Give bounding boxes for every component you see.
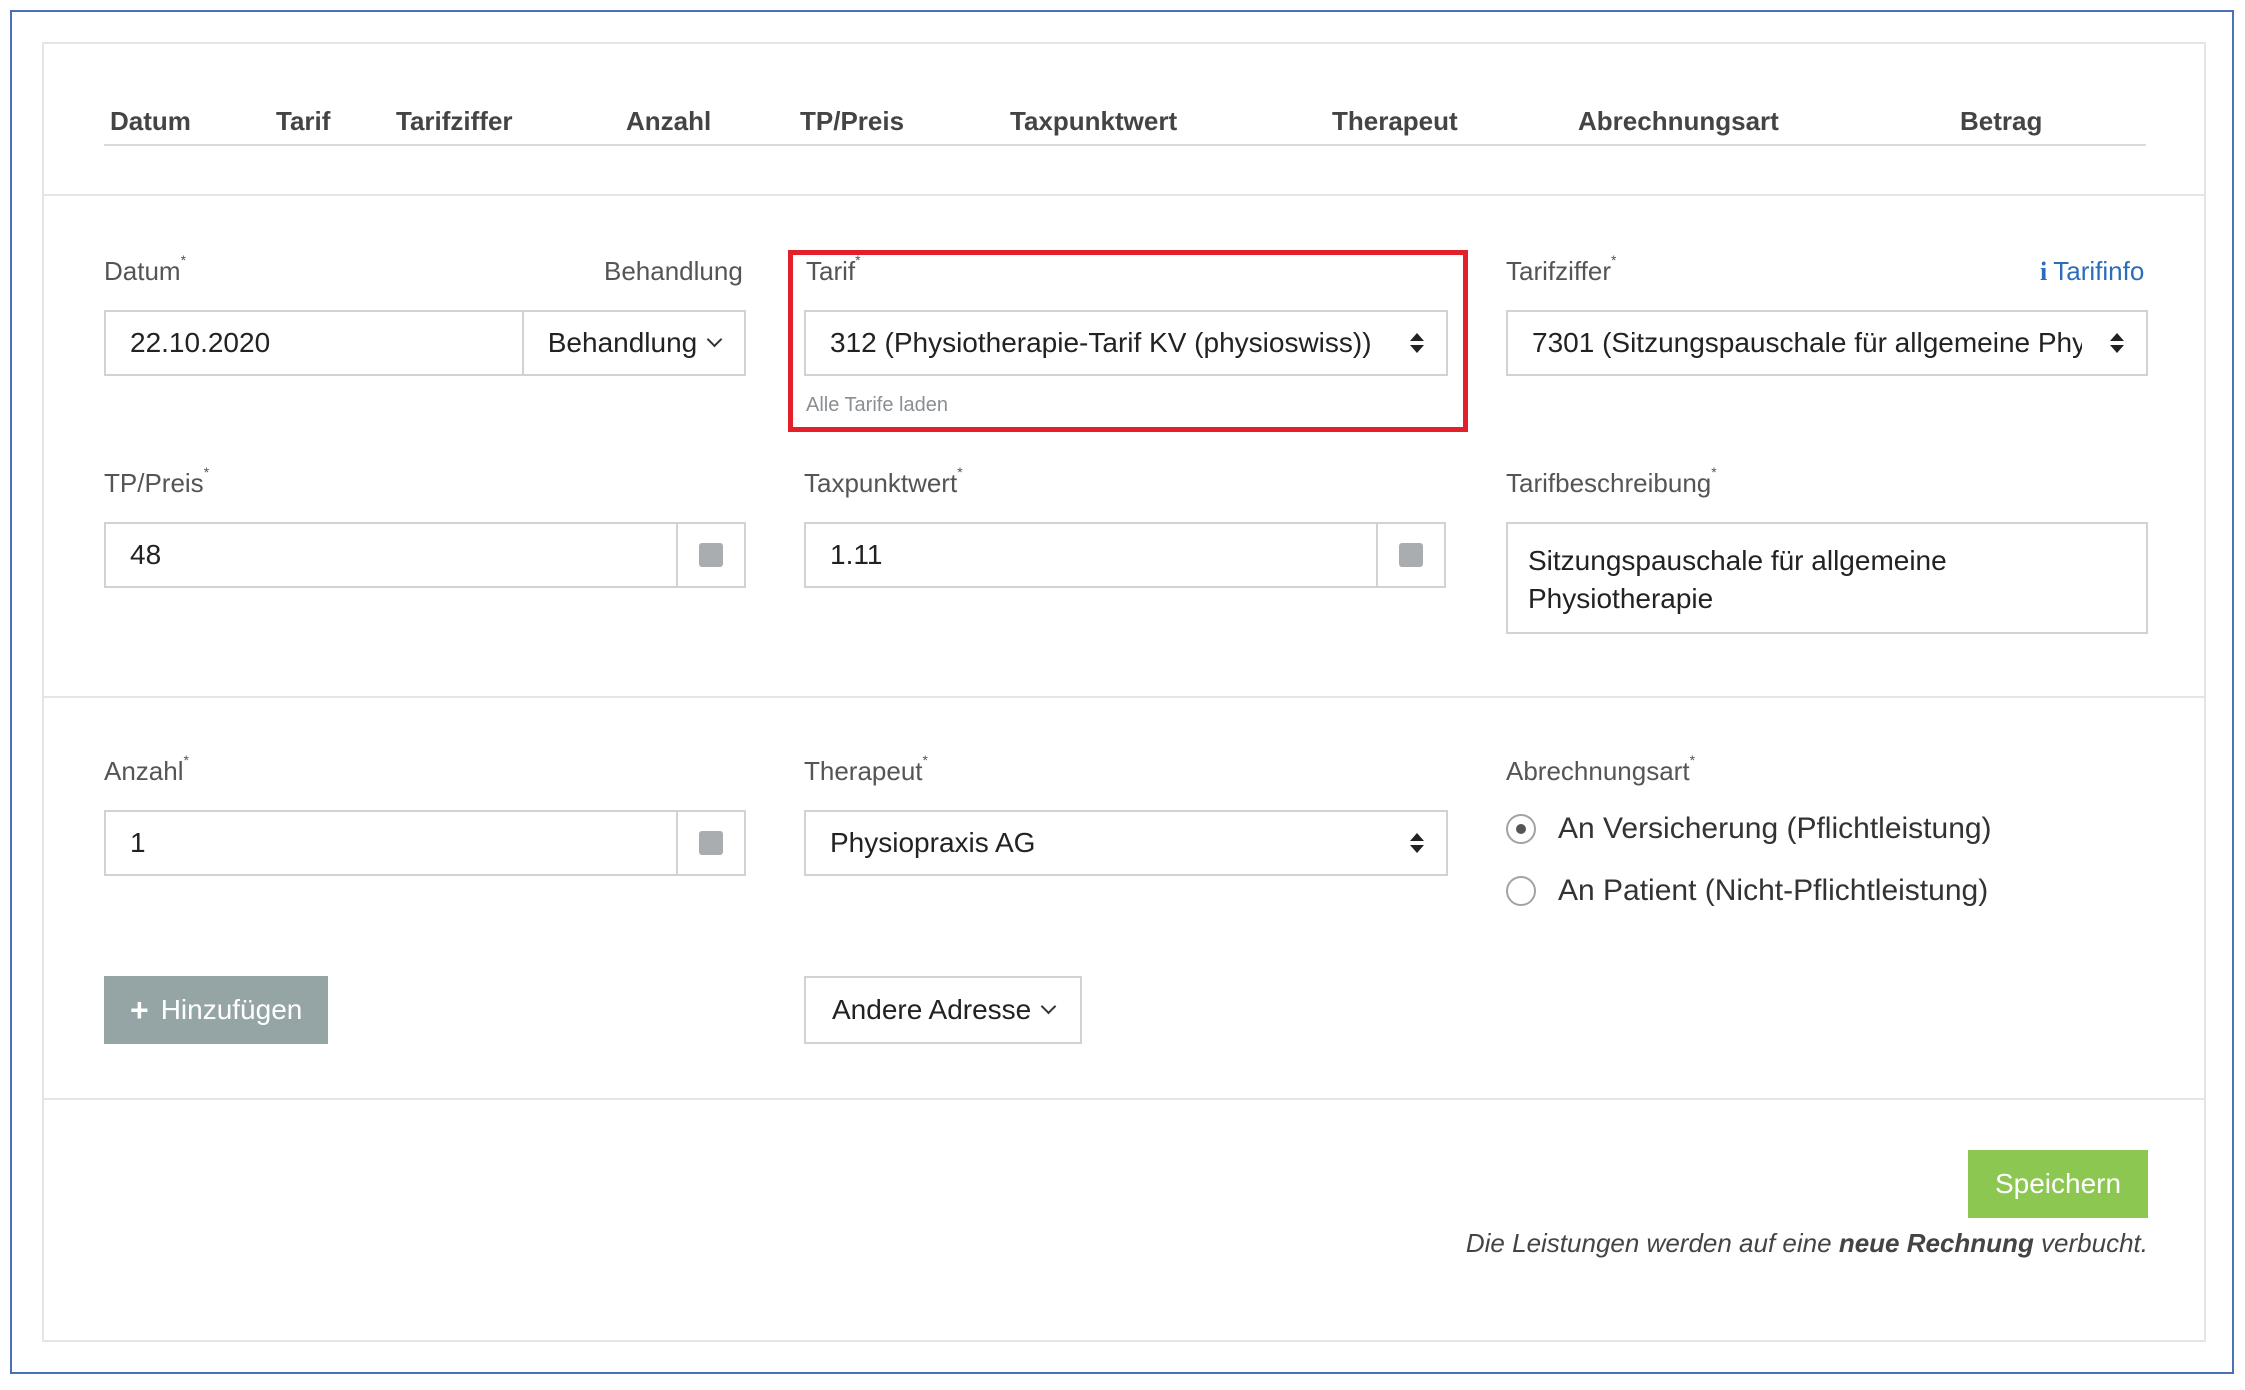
tarif-select[interactable]: 312 (Physiotherapie-Tarif KV (physioswis… [804, 310, 1448, 376]
col-tarif: Tarif [276, 106, 331, 136]
info-icon: i [2040, 257, 2048, 286]
radio-unselected-icon[interactable] [1506, 876, 1536, 906]
tarifbeschreibung-label: Tarifbeschreibung* [1506, 464, 1717, 498]
taxpunktwert-label: Taxpunktwert* [804, 464, 963, 498]
other-address-dropdown-button[interactable]: Andere Adresse [804, 976, 1083, 1044]
add-service-button[interactable]: + Hinzufügen [104, 976, 329, 1044]
radio-selected-icon[interactable] [1506, 814, 1536, 844]
behandlung-label: Behandlung [604, 256, 743, 286]
col-tp-preis: TP/Preis [800, 106, 905, 136]
tp-preis-input[interactable]: 48 [104, 522, 678, 588]
col-therapeut: Therapeut [1332, 106, 1458, 136]
chevron-down-icon [706, 331, 723, 347]
select-arrows-icon [1410, 333, 1424, 353]
radio-option-versicherung[interactable]: An Versicherung (Pflichtleistung) [1506, 812, 1992, 846]
tarif-label: Tarif* [806, 252, 861, 286]
description-line: Sitzungspauschale für allgemeine [1528, 545, 1947, 576]
col-taxpunktwert: Taxpunktwert [1010, 106, 1178, 136]
plus-icon: + [130, 991, 149, 1028]
taxpunktwert-lock-toggle[interactable] [1376, 522, 1446, 588]
taxpunktwert-input[interactable]: 1.11 [804, 522, 1378, 588]
anzahl-label: Anzahl* [104, 752, 189, 786]
col-tarifziffer: Tarifziffer [396, 106, 513, 136]
tp-preis-label: TP/Preis* [104, 464, 210, 498]
tarifziffer-select[interactable]: 7301 (Sitzungspauschale für allgemeine P… [1506, 310, 2148, 376]
invoice-note: Die Leistungen werden auf eine neue Rech… [1465, 1228, 2148, 1258]
tp-preis-lock-toggle[interactable] [676, 522, 746, 588]
therapeut-label: Therapeut* [804, 752, 928, 786]
anzahl-lock-toggle[interactable] [676, 810, 746, 876]
header-underline [104, 144, 2146, 146]
square-icon [699, 543, 723, 567]
col-anzahl: Anzahl [626, 106, 712, 136]
select-arrows-icon [1410, 833, 1424, 853]
behandlung-dropdown-button[interactable]: Behandlung [522, 310, 746, 376]
description-line: Physiotherapie [1528, 583, 1714, 614]
divider [44, 696, 2204, 698]
tarifbeschreibung-textarea[interactable]: Sitzungspauschale für allgemeine Physiot… [1506, 522, 2148, 634]
col-abrechnungsart: Abrechnungsart [1578, 106, 1779, 136]
abrechnungsart-label: Abrechnungsart* [1506, 752, 1696, 786]
save-button[interactable]: Speichern [1968, 1150, 2148, 1218]
tarifinfo-link[interactable]: i Tarifinfo [2040, 256, 2144, 287]
divider [44, 1098, 2204, 1100]
service-entry-panel: Datum Tarif Tarifziffer Anzahl TP/Preis … [42, 42, 2206, 1342]
square-icon [1399, 543, 1423, 567]
therapeut-select[interactable]: Physiopraxis AG [804, 810, 1448, 876]
load-all-tariffs-link[interactable]: Alle Tarife laden [806, 394, 948, 417]
col-betrag: Betrag [1960, 106, 2043, 136]
divider [44, 194, 2204, 196]
tarifziffer-label: Tarifziffer* [1506, 252, 1617, 286]
chevron-down-icon [1040, 998, 1057, 1014]
col-datum: Datum [110, 106, 191, 136]
radio-option-patient[interactable]: An Patient (Nicht-Pflichtleistung) [1506, 874, 1988, 908]
datum-label: Datum* [104, 252, 187, 286]
anzahl-input[interactable]: 1 [104, 810, 678, 876]
select-arrows-icon [2110, 333, 2124, 353]
square-icon [699, 831, 723, 855]
datum-input[interactable]: 22.10.2020 [104, 310, 524, 376]
